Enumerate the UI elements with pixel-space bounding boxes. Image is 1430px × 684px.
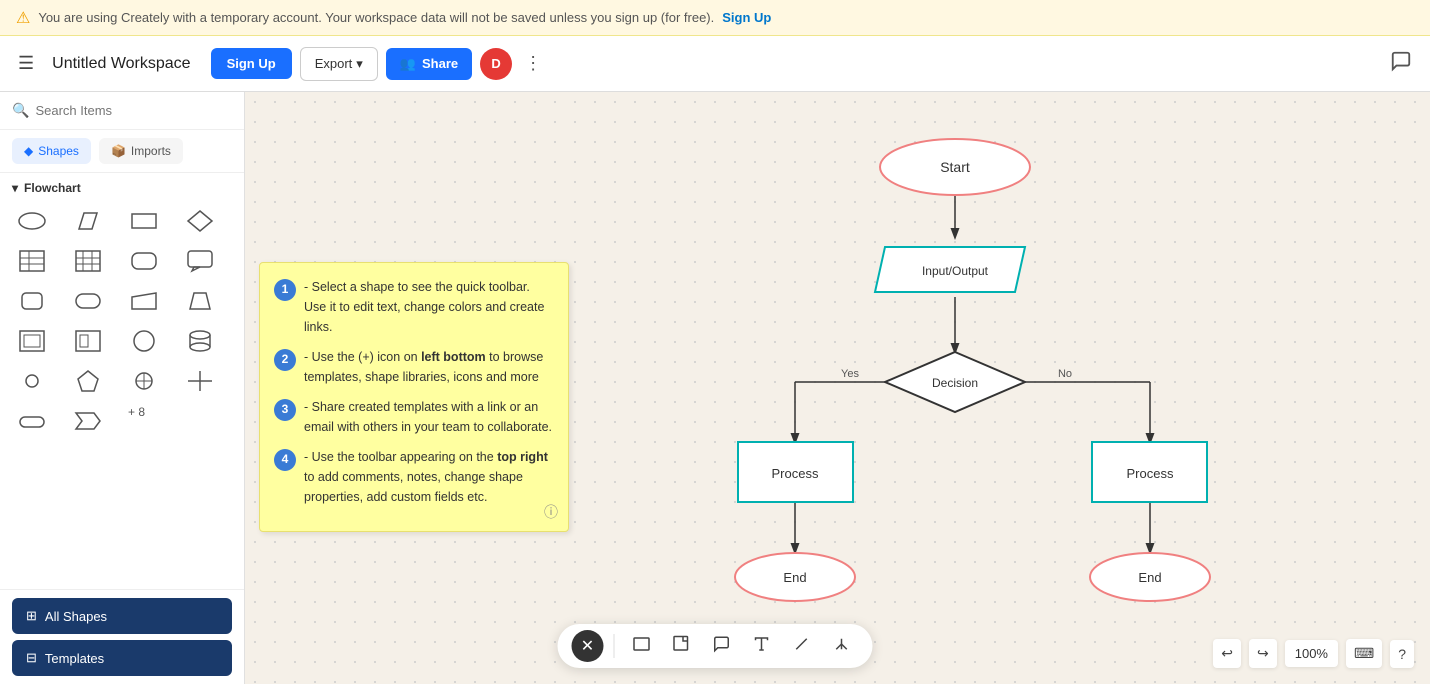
- diamond-icon: ◆: [24, 144, 33, 158]
- svg-text:Yes: Yes: [841, 368, 859, 380]
- grid-icon: ⊞: [26, 608, 37, 624]
- shape-circle[interactable]: [124, 323, 164, 359]
- shapes-section: ▾ Flowchart: [0, 173, 244, 589]
- shape-rounded-rect2[interactable]: [12, 403, 52, 439]
- main-layout: 🔍 ◆ Shapes 📦 Imports ▾ Flowchart: [0, 92, 1430, 684]
- flowchart-section-header[interactable]: ▾ Flowchart: [12, 181, 232, 195]
- bottom-right-controls: ↩ ↪ 100% ⌨ ?: [1213, 639, 1414, 668]
- svg-text:Start: Start: [940, 159, 970, 175]
- comment-button[interactable]: [1384, 44, 1418, 84]
- shape-box-frame[interactable]: [12, 323, 52, 359]
- search-icon: 🔍: [12, 102, 29, 119]
- more-options-button[interactable]: ⋮: [520, 49, 546, 78]
- shape-stadium[interactable]: [68, 283, 108, 319]
- share-button[interactable]: 👥 Share: [386, 48, 472, 80]
- toolbar-separator: [614, 634, 615, 658]
- tab-shapes[interactable]: ◆ Shapes: [12, 138, 91, 164]
- close-toolbar-button[interactable]: ✕: [572, 630, 604, 662]
- canvas[interactable]: 1 - Select a shape to see the quick tool…: [245, 92, 1430, 684]
- note-tool-button[interactable]: [705, 631, 739, 662]
- topbar: ☰ Untitled Workspace Sign Up Export ▾ 👥 …: [0, 36, 1430, 92]
- svg-text:Process: Process: [772, 466, 819, 481]
- bottom-toolbar: ✕: [558, 624, 873, 668]
- shape-cross[interactable]: [180, 363, 220, 399]
- more-shapes-label[interactable]: + 8: [124, 403, 176, 439]
- export-button[interactable]: Export ▾: [300, 47, 378, 81]
- svg-text:No: No: [1058, 368, 1072, 380]
- tab-bar: ◆ Shapes 📦 Imports: [0, 130, 244, 173]
- all-shapes-button[interactable]: ⊞ All Shapes: [12, 598, 232, 634]
- templates-button[interactable]: ⊟ Templates: [12, 640, 232, 676]
- shape-trapezoid[interactable]: [180, 283, 220, 319]
- chevron-down-icon: ▾: [356, 56, 363, 72]
- import-icon: 📦: [111, 144, 126, 158]
- svg-text:Decision: Decision: [932, 376, 978, 390]
- svg-text:Input/Output: Input/Output: [922, 264, 989, 278]
- note-item-4: 4 - Use the toolbar appearing on the top…: [274, 447, 554, 507]
- keyboard-shortcuts-button[interactable]: ⌨: [1346, 639, 1382, 668]
- template-icon: ⊟: [26, 650, 37, 666]
- svg-text:Process: Process: [1127, 466, 1174, 481]
- shape-grid2[interactable]: [68, 243, 108, 279]
- shape-grid1[interactable]: [12, 243, 52, 279]
- menu-button[interactable]: ☰: [12, 47, 40, 80]
- shape-callout[interactable]: [180, 243, 220, 279]
- note-item-1: 1 - Select a shape to see the quick tool…: [274, 277, 554, 337]
- sidebar: 🔍 ◆ Shapes 📦 Imports ▾ Flowchart: [0, 92, 245, 684]
- search-bar: 🔍: [0, 92, 244, 130]
- shape-crosshair[interactable]: [124, 363, 164, 399]
- search-input[interactable]: [35, 103, 232, 118]
- tab-imports[interactable]: 📦 Imports: [99, 138, 183, 164]
- help-button[interactable]: ?: [1390, 640, 1414, 668]
- shape-oval[interactable]: [12, 203, 52, 239]
- shape-chevron[interactable]: [68, 403, 108, 439]
- share-icon: 👥: [400, 56, 416, 72]
- topbar-actions: Sign Up Export ▾ 👥 Share D ⋮: [211, 47, 547, 81]
- warning-icon: ⚠: [16, 8, 30, 28]
- info-icon: ⓘ: [544, 501, 558, 523]
- note-item-2: 2 - Use the (+) icon on left bottom to b…: [274, 347, 554, 387]
- shape-small-circle[interactable]: [12, 363, 52, 399]
- shape-parallelogram[interactable]: [68, 203, 108, 239]
- svg-text:End: End: [783, 570, 806, 585]
- shape-squircle[interactable]: [12, 283, 52, 319]
- topbar-right: [1384, 44, 1418, 84]
- arrow-tool-button[interactable]: [825, 631, 859, 662]
- flowchart-svg: Start Input/Output Decision Yes No Proce…: [575, 92, 1430, 684]
- redo-button[interactable]: ↪: [1249, 639, 1277, 668]
- banner-signup-link[interactable]: Sign Up: [722, 10, 771, 25]
- shape-rounded-rect[interactable]: [124, 243, 164, 279]
- note-card: 1 - Select a shape to see the quick tool…: [259, 262, 569, 532]
- rectangle-tool-button[interactable]: [625, 631, 659, 662]
- chevron-down-icon: ▾: [12, 181, 18, 195]
- shape-diamond[interactable]: [180, 203, 220, 239]
- line-tool-button[interactable]: [785, 631, 819, 662]
- shape-rectangle[interactable]: [124, 203, 164, 239]
- avatar[interactable]: D: [480, 48, 512, 80]
- signup-button[interactable]: Sign Up: [211, 48, 292, 79]
- shape-cylinder[interactable]: [180, 323, 220, 359]
- undo-button[interactable]: ↩: [1213, 639, 1241, 668]
- notification-banner: ⚠ You are using Creately with a temporar…: [0, 0, 1430, 36]
- shapes-grid: + 8: [12, 203, 232, 439]
- banner-text: You are using Creately with a temporary …: [38, 10, 714, 25]
- shape-half-frame[interactable]: [68, 323, 108, 359]
- text-tool-button[interactable]: [745, 631, 779, 662]
- sticky-note-tool-button[interactable]: [665, 631, 699, 662]
- note-item-3: 3 - Share created templates with a link …: [274, 397, 554, 437]
- shape-pentagon[interactable]: [68, 363, 108, 399]
- workspace-title: Untitled Workspace: [52, 55, 190, 73]
- zoom-level: 100%: [1285, 640, 1338, 667]
- shape-manual-input[interactable]: [124, 283, 164, 319]
- svg-text:End: End: [1138, 570, 1161, 585]
- sidebar-bottom: ⊞ All Shapes ⊟ Templates: [0, 589, 244, 684]
